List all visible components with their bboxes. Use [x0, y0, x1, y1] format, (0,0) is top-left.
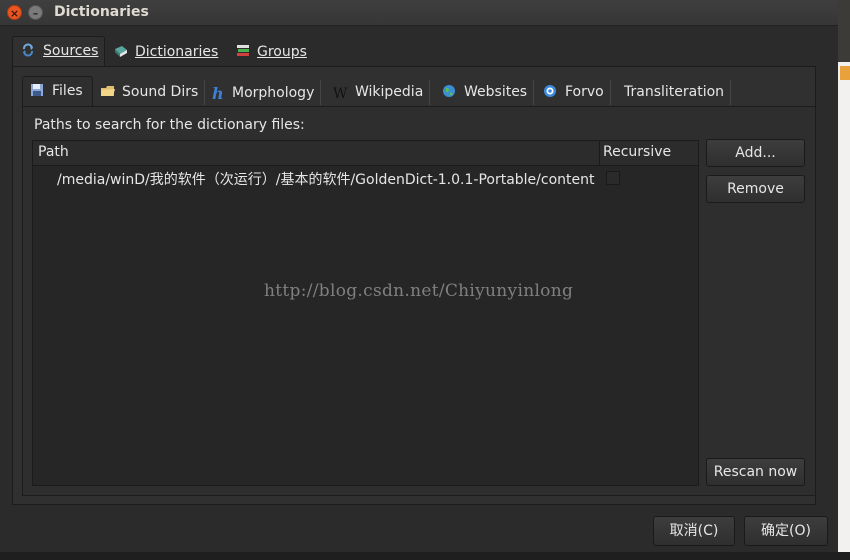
cancel-button-label: 取消(C)	[669, 523, 719, 539]
background-window-bottom	[0, 552, 850, 560]
tab-groups-label: Groups	[257, 44, 307, 60]
globe-icon	[442, 84, 458, 98]
refresh-icon	[21, 43, 37, 57]
remove-button-label: Remove	[727, 181, 784, 197]
folder-icon	[100, 84, 116, 98]
add-button-label: Add...	[735, 145, 776, 161]
background-window-fragment	[838, 0, 850, 560]
title-bar: × – Dictionaries	[0, 0, 838, 26]
tab-transliteration[interactable]: Transliteration	[616, 80, 732, 105]
tab-sources-label: Sources	[43, 43, 99, 59]
rescan-now-button-label: Rescan now	[713, 464, 798, 480]
tab-websites-label: Websites	[464, 84, 528, 100]
paths-label: Paths to search for the dictionary files…	[34, 117, 305, 133]
table-row[interactable]: /media/winD/我的软件（次运行）/基本的软件/GoldenDict-1…	[33, 167, 698, 189]
recursive-checkbox[interactable]	[606, 171, 620, 185]
wikipedia-w-icon: W	[333, 86, 348, 102]
tab-sound-dirs-label: Sound Dirs	[122, 84, 199, 100]
tab-transliteration-label: Transliteration	[624, 84, 725, 100]
tab-dictionaries-label: Dictionaries	[135, 44, 219, 60]
path-cell[interactable]: /media/winD/我的软件（次运行）/基本的软件/GoldenDict-1…	[57, 169, 594, 189]
ok-button[interactable]: 确定(O)	[744, 516, 828, 546]
close-window-button[interactable]: ×	[7, 5, 22, 20]
books-stack-icon	[235, 44, 251, 58]
remove-button[interactable]: Remove	[706, 175, 805, 203]
window-title: Dictionaries	[54, 4, 149, 20]
tab-forvo-label: Forvo	[565, 84, 604, 100]
minimize-window-button[interactable]: –	[28, 5, 43, 20]
watermark-text: http://blog.csdn.net/Chiyunyinlong	[264, 281, 574, 301]
background-titlebar	[838, 0, 850, 62]
tab-sound-dirs[interactable]: Sound Dirs	[94, 80, 206, 105]
tab-dictionaries[interactable]: Dictionaries	[105, 40, 226, 65]
tab-wikipedia[interactable]: W Wikipedia	[327, 80, 431, 105]
tab-forvo[interactable]: Forvo	[537, 80, 611, 105]
book-icon	[113, 44, 129, 58]
column-header-path[interactable]: Path	[38, 144, 69, 160]
forvo-icon	[543, 84, 559, 98]
hunspell-h-icon: h	[212, 84, 224, 103]
tab-wikipedia-label: Wikipedia	[355, 84, 424, 100]
rescan-now-button[interactable]: Rescan now	[706, 458, 805, 486]
ok-button-label: 确定(O)	[761, 523, 811, 539]
column-header-recursive[interactable]: Recursive	[603, 144, 671, 160]
background-icon	[840, 66, 850, 80]
tab-morphology-label: Morphology	[232, 85, 315, 101]
cancel-button[interactable]: 取消(C)	[653, 516, 735, 546]
tab-morphology[interactable]: h Morphology	[206, 80, 322, 105]
tab-files[interactable]: Files	[22, 76, 93, 107]
table-header: Path Recursive	[33, 141, 698, 166]
tab-sources[interactable]: Sources	[12, 36, 105, 67]
paths-table[interactable]: Path Recursive /media/winD/我的软件（次运行）/基本的…	[32, 140, 699, 486]
floppy-icon	[30, 83, 46, 97]
add-button[interactable]: Add...	[706, 139, 805, 167]
column-divider	[599, 141, 600, 165]
tab-groups[interactable]: Groups	[227, 40, 315, 65]
tab-files-label: Files	[52, 83, 83, 99]
tab-websites[interactable]: Websites	[436, 80, 535, 105]
